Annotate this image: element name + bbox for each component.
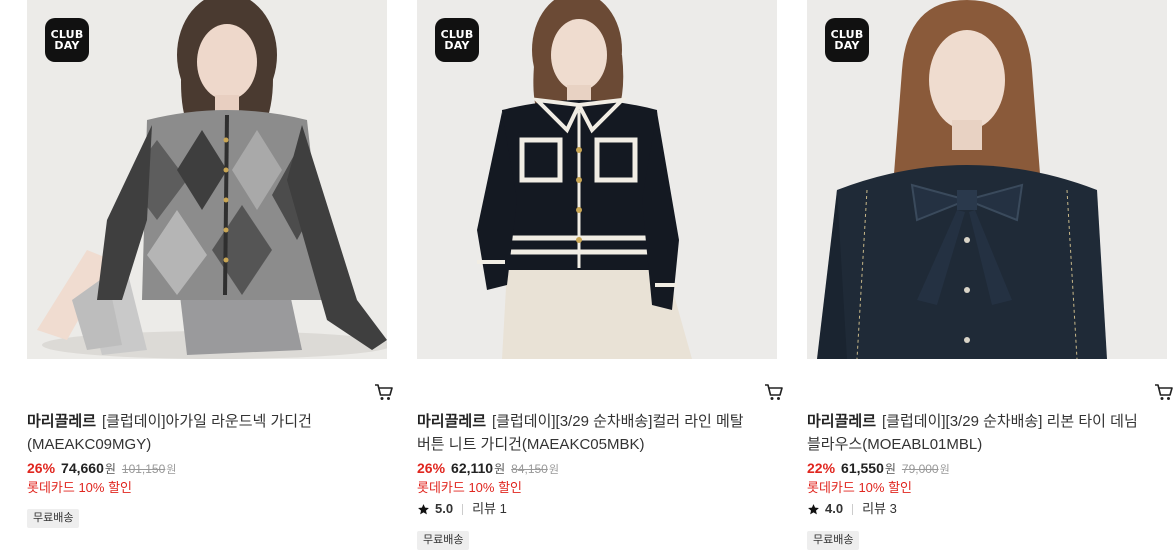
cart-icon[interactable]	[1153, 381, 1173, 403]
sale-price: 62,110	[451, 460, 494, 476]
brand-name[interactable]: 마리끌레르	[417, 413, 486, 430]
currency-unit: 원	[884, 462, 896, 476]
sale-price: 74,660	[61, 460, 104, 476]
price-row: 22% 61,550원 79,000원	[807, 459, 950, 479]
product-title[interactable]: 마리끌레르 [클럽데이]아가일 라운드넥 가디건(MAEAKC09MGY)	[27, 410, 382, 456]
review-label: 리뷰	[862, 501, 886, 516]
brand-name[interactable]: 마리끌레르	[807, 413, 876, 430]
currency-unit: 원	[494, 462, 506, 476]
product-card[interactable]: CLUB DAY 마리끌레르 [클럽데이]아가일 라운드넥 가디건(MAEAKC0…	[27, 0, 393, 557]
star-icon	[418, 503, 429, 514]
product-title[interactable]: 마리끌레르 [클럽데이][3/29 순차배송]컬러 라인 메탈 버튼 니트 가디건…	[417, 410, 772, 456]
discount-rate: 22%	[807, 460, 836, 476]
original-price: 84,150	[511, 462, 548, 476]
original-currency-unit: 원	[548, 464, 559, 476]
original-price: 79,000	[901, 462, 939, 476]
badge-line-2: DAY	[444, 39, 470, 52]
discount-rate: 26%	[417, 460, 446, 476]
product-card[interactable]: CLUB DAY 마리끌레르 [클럽데이][3/29 순차배송]컬러 라인 메탈 …	[417, 0, 783, 557]
free-shipping-badge: 무료배송	[27, 509, 80, 528]
card-discount-promo: 롯데카드 10% 할인	[27, 480, 133, 495]
badge-line-2: DAY	[54, 39, 80, 52]
product-image[interactable]: CLUB DAY	[27, 0, 387, 359]
free-shipping-badge: 무료배송	[417, 531, 470, 550]
badge-line-2: DAY	[834, 39, 860, 52]
product-card[interactable]: CLUB DAY 마리끌레르 [클럽데이][3/29 순차배송] 리본 타이 데님…	[807, 0, 1173, 557]
original-currency-unit: 원	[939, 464, 950, 476]
rating-row: 5.0 리뷰 1	[417, 501, 507, 517]
price-row: 26% 74,660원 101,150원	[27, 459, 176, 479]
rating-row: 4.0 리뷰 3	[807, 501, 897, 517]
free-shipping-badge: 무료배송	[807, 531, 860, 550]
rating-score: 5.0	[435, 501, 454, 516]
discount-rate: 26%	[27, 460, 56, 476]
sale-price: 61,550	[841, 460, 884, 476]
price-row: 26% 62,110원 84,150원	[417, 459, 559, 479]
divider	[462, 503, 464, 515]
original-currency-unit: 원	[166, 464, 177, 476]
product-title[interactable]: 마리끌레르 [클럽데이][3/29 순차배송] 리본 타이 데님 블라우스(MOE…	[807, 410, 1162, 456]
product-image[interactable]: CLUB DAY	[417, 0, 777, 359]
product-image[interactable]: CLUB DAY	[807, 0, 1167, 359]
review-count: 1	[499, 501, 507, 516]
brand-name[interactable]: 마리끌레르	[27, 413, 96, 430]
club-day-badge: CLUB DAY	[45, 18, 89, 62]
star-icon	[808, 503, 819, 514]
cart-icon[interactable]	[763, 381, 785, 403]
divider	[852, 503, 854, 515]
rating-score: 4.0	[825, 501, 844, 516]
review-label: 리뷰	[472, 501, 496, 516]
card-discount-promo: 롯데카드 10% 할인	[807, 480, 913, 495]
cart-icon[interactable]	[373, 381, 395, 403]
card-discount-promo: 롯데카드 10% 할인	[417, 480, 523, 495]
club-day-badge: CLUB DAY	[435, 18, 479, 62]
club-day-badge: CLUB DAY	[825, 18, 869, 62]
review-count: 3	[889, 501, 897, 516]
original-price: 101,150	[121, 462, 166, 476]
currency-unit: 원	[104, 462, 116, 476]
